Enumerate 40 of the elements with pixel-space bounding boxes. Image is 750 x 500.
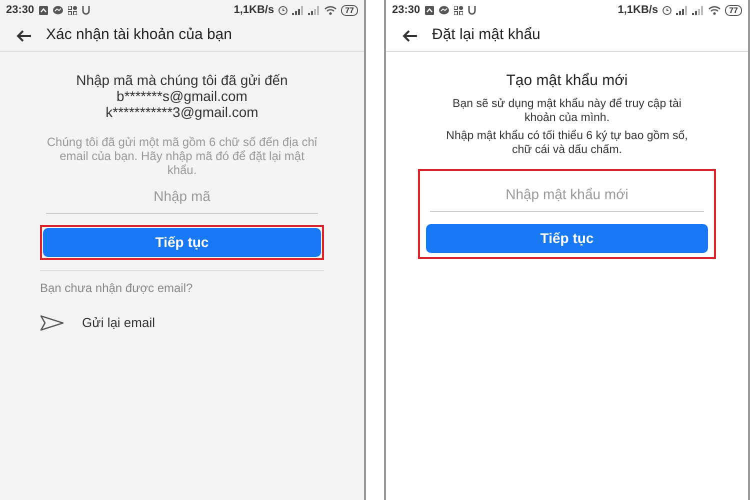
- send-icon: [40, 314, 64, 331]
- wifi-icon: [324, 5, 338, 15]
- notification-icon: [425, 6, 434, 14]
- magnet-icon: [468, 6, 476, 14]
- screen-title: Đặt lại mật khẩu: [432, 25, 540, 46]
- continue-button[interactable]: Tiếp tục: [43, 228, 321, 257]
- back-arrow-icon: [16, 30, 32, 42]
- description-text: Nhập mật khẩu có tối thiểu 6 ký tự bao gồm số, chữ cái và dấu chấm.: [445, 128, 689, 156]
- notification-icon: [39, 6, 48, 14]
- alarm-icon: [662, 5, 672, 15]
- network-speed: 1,1KB/s: [234, 2, 274, 18]
- chat-bubble-icon: [53, 6, 64, 14]
- chat-bubble-icon: [439, 6, 450, 14]
- signal-icon: [692, 6, 704, 14]
- status-time: 23:30: [6, 2, 34, 18]
- back-arrow-icon: [402, 30, 418, 42]
- continue-button[interactable]: Tiếp tục: [426, 224, 708, 252]
- input-field[interactable]: Nhập mật khẩu mới: [430, 184, 704, 212]
- section-heading: Tạo mật khẩu mới: [505, 71, 629, 91]
- input-field[interactable]: Nhập mã: [46, 186, 318, 214]
- description-text: Bạn sẽ sử dụng mật khẩu này để truy cập tài khoản của mình.: [452, 96, 682, 124]
- alarm-icon: [278, 5, 288, 15]
- question-text: Bạn chưa nhận được email?: [40, 280, 194, 297]
- wifi-icon: [708, 5, 722, 15]
- grid-icon: [68, 6, 78, 14]
- screen-title: Xác nhận tài khoản của bạn: [46, 25, 232, 46]
- status-time: 23:30: [392, 2, 420, 18]
- instruction-text: Chúng tôi đã gửi một mã gồm 6 chữ số đến địa chỉ email của bạn. Hãy nhập mã đó để đặt lại mật khẩu.: [46, 135, 318, 177]
- magnet-icon: [82, 6, 90, 14]
- signal-icon: [308, 6, 320, 14]
- message-line: b*******s@gmail.com: [116, 88, 248, 104]
- battery-indicator: 77: [725, 4, 742, 16]
- battery-indicator: 77: [341, 4, 358, 16]
- message-line: k***********3@gmail.com: [104, 104, 260, 120]
- signal-icon: [676, 6, 688, 14]
- signal-icon: [292, 6, 304, 14]
- message-line: Nhập mã mà chúng tôi đã gửi đến: [75, 72, 289, 88]
- network-speed: 1,1KB/s: [618, 2, 658, 18]
- resend-email-link[interactable]: Gửi lại email: [82, 313, 155, 332]
- grid-icon: [454, 6, 464, 14]
